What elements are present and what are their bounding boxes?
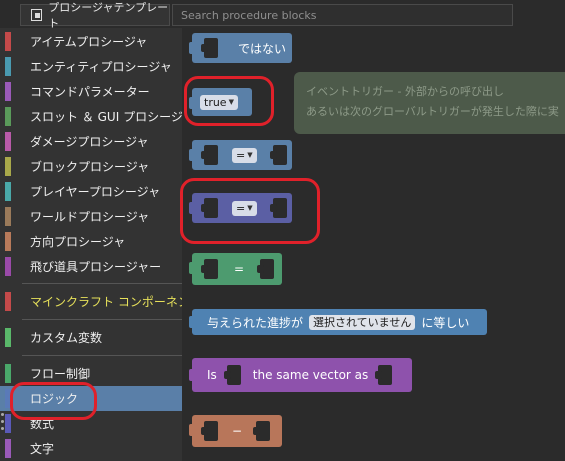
sidebar-item-item-procedures[interactable]: アイテムプロシージャ	[0, 29, 182, 54]
sidebar-divider	[22, 355, 182, 356]
sidebar-divider	[22, 319, 182, 320]
category-color-bar	[5, 132, 11, 151]
event-trigger-comment: イベントトリガー - 外部からの呼び出し あるいは次のグローバルトリガーが発生し…	[294, 72, 565, 134]
input-slot-left[interactable]	[201, 145, 218, 165]
category-color-bar	[5, 414, 11, 433]
sidebar-item-block-procedures[interactable]: ブロックプロシージャ	[0, 154, 182, 179]
sidebar-item-world-procedures[interactable]: ワールドプロシージャ	[0, 204, 182, 229]
input-slot-right[interactable]	[375, 365, 393, 385]
input-slot-left[interactable]	[223, 365, 241, 385]
chevron-down-icon: ▼	[247, 151, 253, 159]
block-category-sidebar: アイテムプロシージャ エンティティプロシージャ コマンドパラメーター スロット …	[0, 28, 202, 461]
logic-compare-block[interactable]: = ▼	[189, 140, 292, 170]
category-color-bar	[5, 82, 11, 101]
category-color-bar	[5, 182, 11, 201]
category-color-bar	[5, 389, 11, 408]
chevron-down-icon: ▼	[247, 204, 253, 212]
sidebar-item-command-parameters[interactable]: コマンドパラメーター	[0, 79, 182, 104]
sidebar-resize-handle[interactable]	[1, 413, 4, 439]
boolean-dropdown[interactable]: true ▼	[200, 94, 238, 110]
sidebar-item-logic[interactable]: ロジック	[0, 386, 182, 411]
sidebar-item-entity-procedures[interactable]: エンティティプロシージャ	[0, 54, 182, 79]
sidebar-divider	[22, 283, 182, 284]
sidebar-item-text[interactable]: 文字	[0, 436, 182, 461]
procedure-template-label: プロシージャテンプレート	[48, 1, 169, 30]
category-color-bar	[5, 364, 11, 383]
category-color-bar	[5, 57, 11, 76]
sidebar-item-direction-procedures[interactable]: 方向プロシージャ	[0, 229, 182, 254]
advancement-compare-block[interactable]: 与えられた進捗が 選択されていません に等しい	[189, 309, 487, 335]
logic-not-block[interactable]: ではない	[189, 33, 292, 63]
category-color-bar	[5, 439, 11, 458]
category-color-bar	[5, 328, 11, 347]
input-slot-left[interactable]	[201, 198, 218, 218]
sidebar-item-minecraft-components[interactable]: マインクラフト コンポーネント	[0, 289, 202, 314]
equals-block[interactable]: =	[189, 253, 282, 285]
operator-dropdown[interactable]: = ▼	[232, 147, 257, 163]
sidebar-item-flow-control[interactable]: フロー制御	[0, 361, 182, 386]
input-slot-right[interactable]	[269, 198, 287, 218]
input-slot-right[interactable]	[269, 145, 287, 165]
block-palette-workspace: イベントトリガー - 外部からの呼び出し あるいは次のグローバルトリガーが発生し…	[182, 28, 565, 461]
input-slot-left[interactable]	[201, 421, 218, 441]
category-color-bar	[5, 32, 11, 51]
operator-dropdown[interactable]: = ▼	[232, 200, 257, 216]
search-procedure-blocks-input[interactable]	[172, 4, 513, 26]
comment-line-2: あるいは次のグローバルトリガーが発生した際に実	[306, 105, 559, 118]
sidebar-item-slot-gui-procedures[interactable]: スロット ＆ GUI プロシージャ	[0, 104, 194, 129]
input-slot-left[interactable]	[201, 259, 218, 279]
math-compare-block[interactable]: = ▼	[189, 193, 292, 223]
input-slot-right[interactable]	[257, 259, 275, 279]
procedure-template-button[interactable]: プロシージャテンプレート	[20, 1, 170, 30]
advancement-dropdown[interactable]: 選択されていません	[309, 314, 416, 330]
input-slot[interactable]	[201, 38, 218, 58]
top-toolbar: プロシージャテンプレート	[0, 0, 565, 30]
same-vector-block[interactable]: Is the same vector as	[189, 358, 412, 392]
input-slot-right[interactable]	[253, 421, 271, 441]
category-color-bar	[5, 157, 11, 176]
template-icon	[31, 9, 43, 21]
sidebar-item-custom-variables[interactable]: カスタム変数	[0, 325, 182, 350]
sidebar-item-math[interactable]: 数式	[0, 411, 182, 436]
chevron-down-icon: ▼	[228, 98, 234, 106]
category-color-bar	[5, 257, 11, 276]
category-color-bar	[5, 232, 11, 251]
math-operation-block[interactable]: −	[189, 415, 282, 447]
logic-boolean-block[interactable]: true ▼	[189, 88, 252, 116]
sidebar-item-player-procedures[interactable]: プレイヤープロシージャ	[0, 179, 182, 204]
category-color-bar	[5, 207, 11, 226]
comment-line-1: イベントトリガー - 外部からの呼び出し	[306, 85, 504, 98]
sidebar-item-projectile-procedures[interactable]: 飛び道具プロシージャー	[0, 254, 182, 279]
sidebar-item-damage-procedures[interactable]: ダメージプロシージャ	[0, 129, 182, 154]
category-color-bar	[5, 292, 11, 311]
category-color-bar	[5, 107, 11, 126]
